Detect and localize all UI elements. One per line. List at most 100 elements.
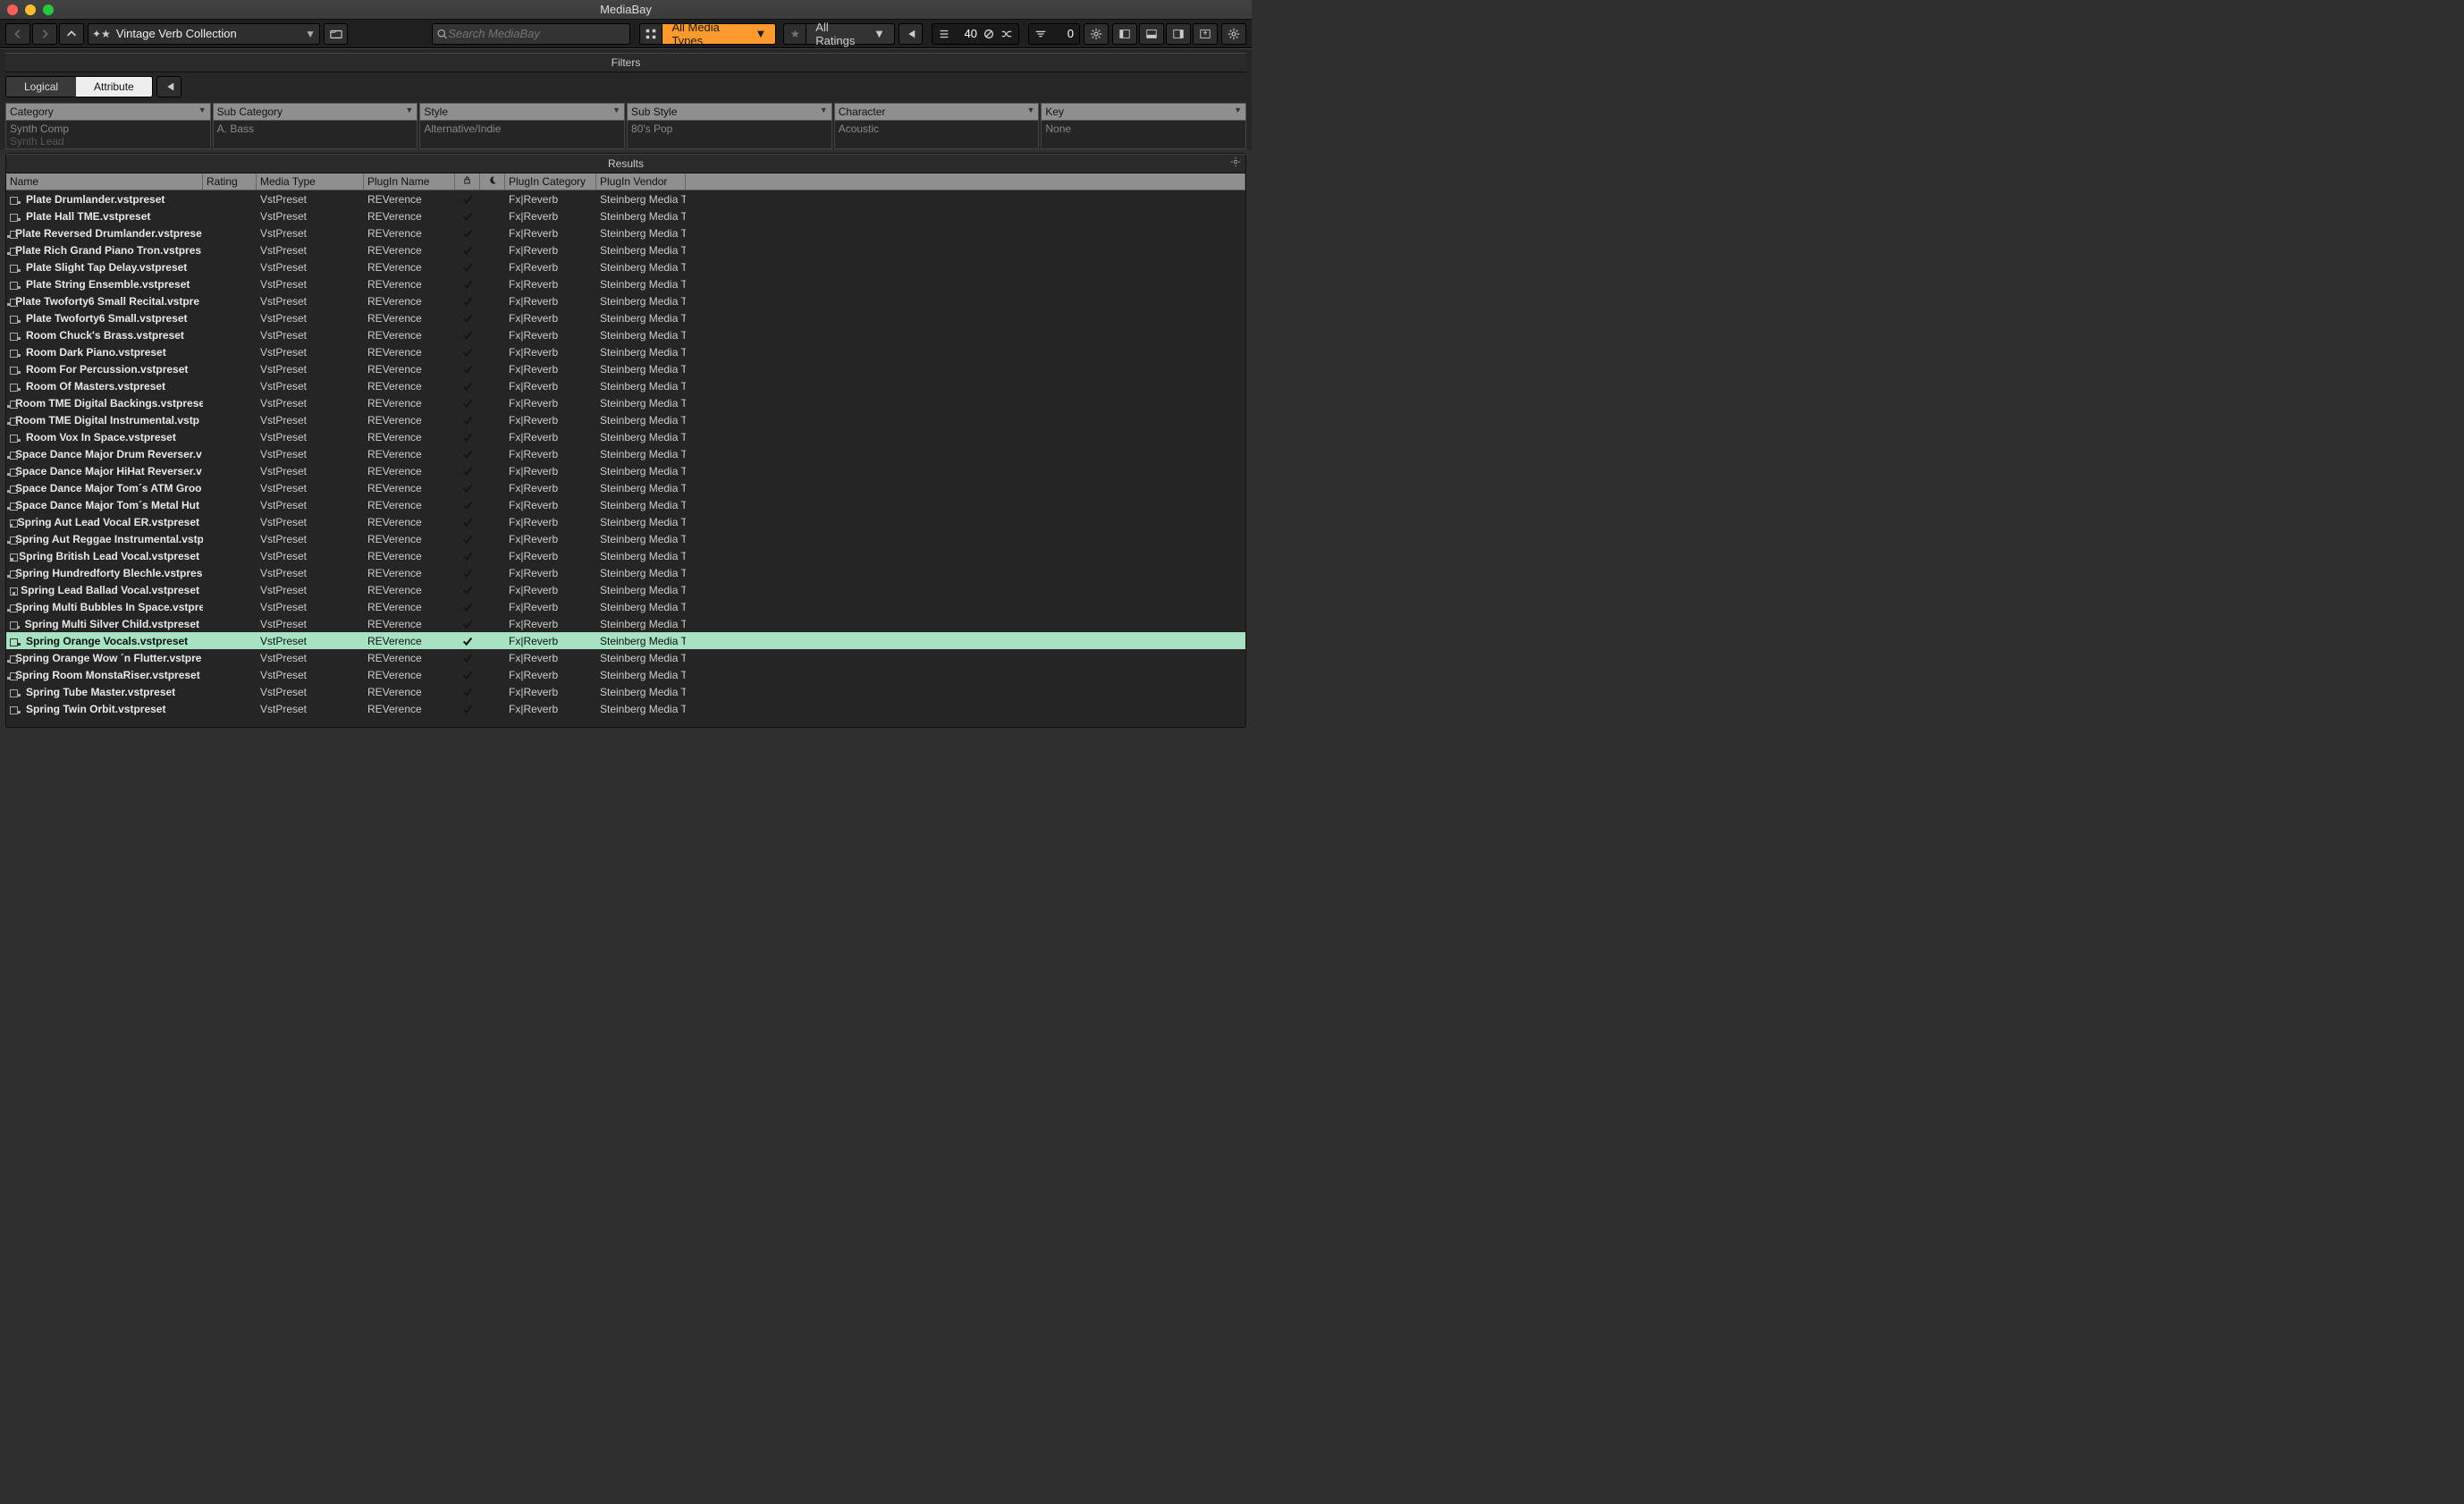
layout-right-button[interactable] [1166, 23, 1191, 45]
table-row[interactable]: Plate Drumlander.vstpresetVstPresetREVer… [6, 190, 1245, 207]
filter-column[interactable]: Key▼ None [1041, 103, 1246, 149]
check-icon [461, 567, 474, 579]
table-row[interactable]: Plate String Ensemble.vstpresetVstPreset… [6, 275, 1245, 292]
rating-filter-star-button[interactable]: ★ [783, 23, 806, 45]
table-row[interactable]: Room Chuck's Brass.vstpresetVstPresetREV… [6, 326, 1245, 343]
table-row[interactable]: Spring Tube Master.vstpresetVstPresetREV… [6, 683, 1245, 700]
table-row[interactable]: Spring Lead Ballad Vocal.vstpresetVstPre… [6, 581, 1245, 598]
table-row[interactable]: Spring Hundredforty Blechle.vstpresVstPr… [6, 564, 1245, 581]
table-row[interactable]: Spring Aut Reggae Instrumental.vstpVstPr… [6, 530, 1245, 547]
cell-plugin-name: REVerence [364, 329, 455, 342]
refresh-icon[interactable] [983, 28, 995, 40]
table-row[interactable]: Spring Orange Wow ´n Flutter.vstpreVstPr… [6, 649, 1245, 666]
col-header-lock[interactable] [455, 173, 480, 190]
filter-column[interactable]: Character▼ Acoustic [834, 103, 1040, 149]
filter-column[interactable]: Sub Category▼ A. Bass [213, 103, 418, 149]
table-row[interactable]: Spring Orange Vocals.vstpresetVstPresetR… [6, 632, 1245, 649]
settings-button[interactable] [1084, 23, 1109, 45]
filter-item[interactable]: Synth Comp [10, 123, 207, 135]
filter-column-body[interactable]: Acoustic [834, 121, 1040, 149]
table-row[interactable]: Space Dance Major Drum Reverser.vVstPres… [6, 445, 1245, 462]
table-row[interactable]: Space Dance Major HiHat Reverser.vVstPre… [6, 462, 1245, 479]
filter-item[interactable]: A. Bass [217, 123, 414, 135]
cell-plugin-name: REVerence [364, 533, 455, 545]
table-row[interactable]: Spring Room MonstaRiser.vstpresetVstPres… [6, 666, 1245, 683]
attribute-mode-button[interactable]: Attribute [76, 77, 152, 97]
logical-mode-button[interactable]: Logical [6, 77, 76, 97]
table-row[interactable]: Plate Slight Tap Delay.vstpresetVstPrese… [6, 258, 1245, 275]
layout-bottom-button[interactable] [1139, 23, 1164, 45]
filter-column-header[interactable]: Style▼ [419, 103, 625, 121]
table-row[interactable]: Spring Multi Silver Child.vstpresetVstPr… [6, 615, 1245, 632]
table-row[interactable]: Room TME Digital Instrumental.vstpVstPre… [6, 411, 1245, 428]
col-header-name[interactable]: Name [6, 173, 203, 190]
filter-column-header[interactable]: Key▼ [1041, 103, 1246, 121]
close-window-button[interactable] [7, 4, 18, 15]
col-header-media[interactable]: Media Type [257, 173, 364, 190]
media-type-grid-button[interactable] [639, 23, 662, 45]
table-row[interactable]: Space Dance Major Tom´s ATM GrooVstPrese… [6, 479, 1245, 496]
filter-column-header[interactable]: Sub Category▼ [213, 103, 418, 121]
rating-dropdown[interactable]: All Ratings ▼ [806, 23, 895, 45]
table-row[interactable]: Plate Reversed Drumlander.vstpreseVstPre… [6, 224, 1245, 241]
filter-column-header[interactable]: Character▼ [834, 103, 1040, 121]
table-row[interactable]: Spring Multi Bubbles In Space.vstpreVstP… [6, 598, 1245, 615]
browse-folder-button[interactable] [324, 23, 348, 45]
col-header-plugin[interactable]: PlugIn Name [364, 173, 455, 190]
location-dropdown[interactable]: ✦★ Vintage Verb Collection ▼ [88, 23, 320, 45]
col-header-cat[interactable]: PlugIn Category [505, 173, 596, 190]
shuffle-icon[interactable] [1000, 28, 1013, 40]
results-header-label: Results [6, 154, 1245, 173]
cell-name: Space Dance Major Tom´s ATM Groo [6, 482, 203, 494]
table-row[interactable]: Plate Twoforty6 Small.vstpresetVstPreset… [6, 309, 1245, 326]
reset-filters-button[interactable] [899, 23, 923, 45]
results-settings-button[interactable] [1229, 156, 1242, 171]
filter-item[interactable]: Synth Lead [10, 135, 207, 148]
layout-export-button[interactable] [1193, 23, 1218, 45]
filter-rewind-button[interactable] [156, 76, 181, 97]
results-list[interactable]: Plate Drumlander.vstpresetVstPresetREVer… [6, 190, 1245, 727]
col-header-clock[interactable] [480, 173, 505, 190]
filter-column[interactable]: Style▼ Alternative/Indie [419, 103, 625, 149]
table-row[interactable]: Spring Aut Lead Vocal ER.vstpresetVstPre… [6, 513, 1245, 530]
filter-column-body[interactable]: A. Bass [213, 121, 418, 149]
zoom-window-button[interactable] [43, 4, 54, 15]
filter-column-body[interactable]: Alternative/Indie [419, 121, 625, 149]
filter-column-header[interactable]: Sub Style▼ [627, 103, 832, 121]
filter-item[interactable]: 80's Pop [631, 123, 828, 135]
search-input[interactable] [448, 27, 626, 40]
filter-item[interactable]: Acoustic [839, 123, 1035, 135]
filter-column[interactable]: Sub Style▼ 80's Pop [627, 103, 832, 149]
nav-up-button[interactable] [59, 23, 84, 45]
col-header-vendor[interactable]: PlugIn Vendor [596, 173, 686, 190]
layout-left-button[interactable] [1112, 23, 1137, 45]
nav-forward-button[interactable] [32, 23, 57, 45]
table-row[interactable]: Room For Percussion.vstpresetVstPresetRE… [6, 360, 1245, 377]
minimize-window-button[interactable] [25, 4, 36, 15]
filter-column-header[interactable]: Category▼ [5, 103, 211, 121]
nav-back-button[interactable] [5, 23, 30, 45]
filter-column-body[interactable]: Synth CompSynth Lead [5, 121, 211, 149]
table-row[interactable]: Plate Twoforty6 Small Recital.vstpreVstP… [6, 292, 1245, 309]
table-row[interactable]: Space Dance Major Tom´s Metal HutVstPres… [6, 496, 1245, 513]
table-row[interactable]: Room Dark Piano.vstpresetVstPresetREVere… [6, 343, 1245, 360]
table-row[interactable]: Room Of Masters.vstpresetVstPresetREVere… [6, 377, 1245, 394]
cell-plugin-category: Fx|Reverb [505, 346, 596, 359]
table-row[interactable]: Spring Twin Orbit.vstpresetVstPresetREVe… [6, 700, 1245, 717]
filter-item[interactable]: None [1045, 123, 1242, 135]
media-type-dropdown[interactable]: All Media Types ▼ [662, 23, 776, 45]
filter-column-body[interactable]: None [1041, 121, 1246, 149]
search-box[interactable] [432, 23, 630, 45]
col-header-rating[interactable]: Rating [203, 173, 257, 190]
cell-name: Spring Hundredforty Blechle.vstpres [6, 567, 203, 579]
filter-column-body[interactable]: 80's Pop [627, 121, 832, 149]
settings-button-2[interactable] [1221, 23, 1246, 45]
cell-plugin-vendor: Steinberg Media Te [596, 482, 686, 494]
table-row[interactable]: Plate Hall TME.vstpresetVstPresetREVeren… [6, 207, 1245, 224]
table-row[interactable]: Plate Rich Grand Piano Tron.vstpresVstPr… [6, 241, 1245, 258]
table-row[interactable]: Room TME Digital Backings.vstpreseVstPre… [6, 394, 1245, 411]
table-row[interactable]: Room Vox In Space.vstpresetVstPresetREVe… [6, 428, 1245, 445]
filter-column[interactable]: Category▼Synth CompSynth Lead [5, 103, 211, 149]
filter-item[interactable]: Alternative/Indie [424, 123, 620, 135]
table-row[interactable]: Spring British Lead Vocal.vstpresetVstPr… [6, 547, 1245, 564]
